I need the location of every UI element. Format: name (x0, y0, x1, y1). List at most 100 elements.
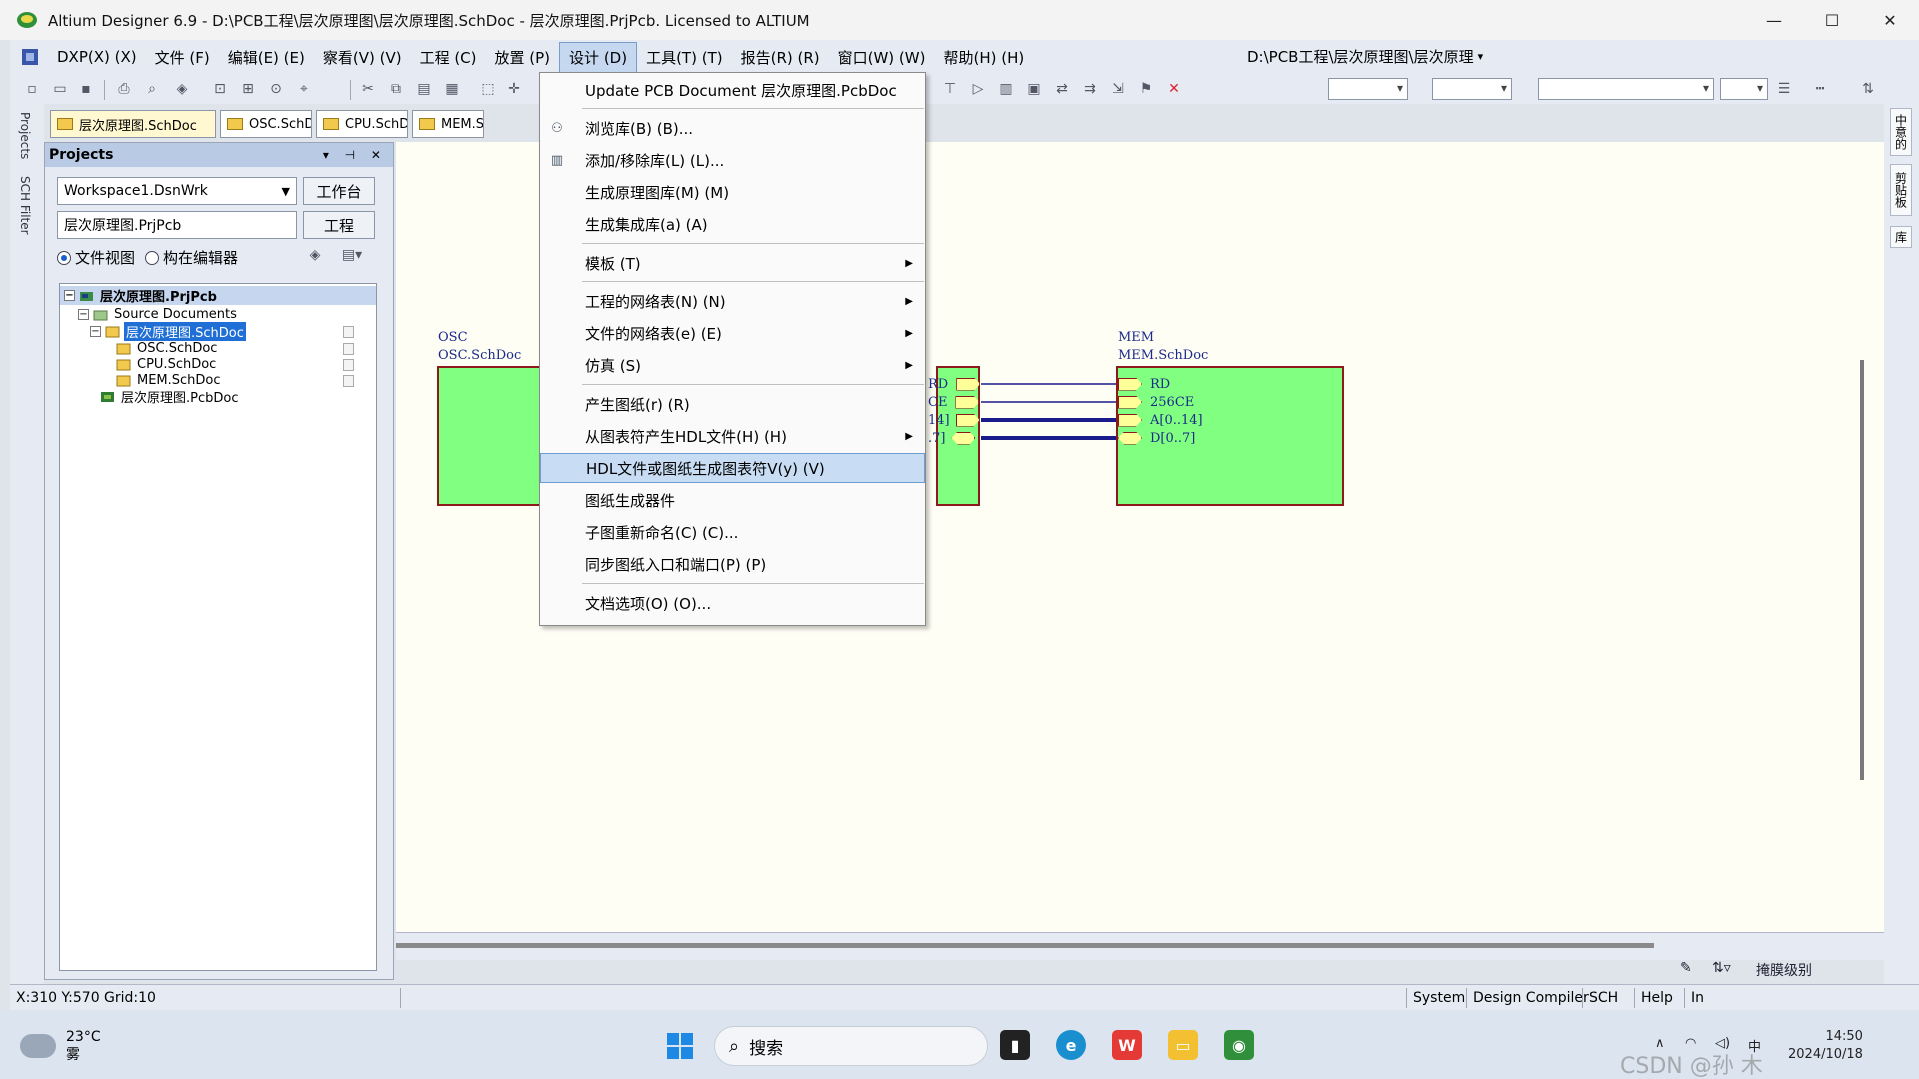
panel-help[interactable]: Help (1634, 988, 1679, 1008)
zoom-filter-icon[interactable]: ⌖ (294, 79, 314, 99)
bus-entry-icon[interactable]: ⇉ (1080, 79, 1100, 99)
tab-top-schdoc[interactable]: 层次原理图.SchDoc (50, 110, 216, 138)
layers-icon[interactable]: ◈ (172, 79, 192, 99)
sheet-symbol-icon[interactable]: ▣ (1024, 79, 1044, 99)
weather-widget[interactable]: 23°C 雾 (20, 1028, 101, 1064)
rubber-stamp-icon[interactable]: ▦ (442, 79, 462, 99)
menu-item-simulate[interactable]: 仿真 (S) ▶ (540, 350, 925, 380)
vcc-power-icon[interactable]: ⊤ (940, 79, 960, 99)
mem-port-d[interactable]: D[0..7] (1118, 430, 1195, 446)
menu-view[interactable]: 察看(V) (V) (314, 43, 411, 72)
task-view-icon[interactable]: ▮ (1000, 1030, 1030, 1060)
panel-instruments[interactable]: In (1684, 988, 1710, 1008)
port-icon[interactable]: ▷ (968, 79, 988, 99)
mem-port-256ce[interactable]: 256CE (1118, 394, 1194, 410)
project-field[interactable]: 层次原理图.PrjPcb (57, 211, 297, 239)
print-preview-icon[interactable]: ⌕ (142, 79, 162, 99)
side-tab-projects[interactable]: Projects (18, 112, 32, 159)
refresh-icon[interactable]: ◈ (305, 245, 325, 265)
menu-project[interactable]: 工程 (C) (411, 43, 486, 72)
menu-item-create-sheet[interactable]: 产生图纸(r) (R) (540, 389, 925, 419)
menu-item-make-integrated-library[interactable]: 生成集成库(a) (A) (540, 209, 925, 239)
horizontal-scrollbar[interactable] (396, 932, 1884, 960)
workspace-select[interactable]: Workspace1.DsnWrk ▼ (57, 177, 297, 205)
cpu-port-d[interactable]: .7] (928, 430, 976, 446)
menu-item-create-symbol-from-sheet[interactable]: HDL文件或图纸生成图表符V(y) (V) (540, 453, 925, 483)
menu-item-update-pcb[interactable]: Update PCB Document 层次原理图.PcbDoc (540, 75, 925, 105)
zoom-fit-icon[interactable]: ⊡ (210, 79, 230, 99)
tree-item-project[interactable]: − 层次原理图.PrjPcb (60, 286, 376, 305)
edge-browser-icon[interactable]: e (1056, 1030, 1086, 1060)
side-tab-sch-filter[interactable]: SCH Filter (18, 176, 32, 235)
panel-sch[interactable]: SCH (1582, 988, 1624, 1008)
zoom-area-icon[interactable]: ⊞ (238, 79, 258, 99)
mem-port-rd[interactable]: RD (1118, 376, 1170, 392)
menu-item-document-options[interactable]: 文档选项(O) (O)... (540, 588, 925, 618)
windows-start-icon[interactable] (666, 1032, 694, 1060)
file-explorer-icon[interactable]: ▭ (1168, 1030, 1198, 1060)
print-icon[interactable]: ⎙ (114, 79, 134, 99)
menu-dxp[interactable]: DXP(X) (X) (48, 44, 146, 70)
altium-taskbar-icon[interactable]: ◉ (1224, 1030, 1254, 1060)
paste-icon[interactable]: ▤ (414, 79, 434, 99)
menu-tools[interactable]: 工具(T) (T) (637, 43, 732, 72)
open-folder-icon[interactable]: ▭ (50, 79, 70, 99)
collapse-icon[interactable]: − (90, 326, 101, 337)
menu-help[interactable]: 帮助(H) (H) (934, 43, 1033, 72)
right-tab-clipboard[interactable]: 剪贴板 (1890, 164, 1912, 216)
select-area-icon[interactable]: ⬚ (478, 79, 498, 99)
cpu-port-rd[interactable]: RD (928, 376, 981, 392)
toolbar-combo-3[interactable] (1538, 78, 1714, 100)
new-document-icon[interactable]: ▫ (22, 79, 42, 99)
menu-item-sync-sheet-entries[interactable]: 同步图纸入口和端口(P) (P) (540, 549, 925, 579)
menu-item-create-component-from-sheet[interactable]: 图纸生成器件 (540, 485, 925, 515)
copy-icon[interactable]: ⧉ (386, 79, 406, 99)
path-combo[interactable]: D:\PCB工程\层次原理图\层次原理 ▾ (1247, 44, 1497, 68)
zoom-selected-icon[interactable]: ⊙ (266, 79, 286, 99)
toolbar-combo-1[interactable] (1328, 78, 1408, 100)
sheet-symbol-mem[interactable]: RD 256CE A[0..14] D[0..7] (1116, 366, 1344, 506)
cpu-port-a[interactable]: 14] (928, 412, 980, 428)
align-icon[interactable]: ⇅ (1858, 79, 1878, 99)
dash-style-icon[interactable]: ┅ (1810, 79, 1830, 99)
project-button[interactable]: 工程 (303, 211, 375, 239)
mask-level-button[interactable]: 掩膜级别 (1756, 960, 1812, 980)
wps-office-icon[interactable]: W (1112, 1030, 1142, 1060)
menu-item-browse-library[interactable]: ⚇ 浏览库(B) (B)... (540, 113, 925, 143)
vertical-scrollbar[interactable] (1860, 360, 1864, 780)
maximize-button[interactable]: ☐ (1803, 0, 1861, 40)
menu-place[interactable]: 放置 (P) (486, 43, 560, 72)
collapse-icon[interactable]: − (78, 309, 89, 320)
taskbar-search[interactable]: ⌕ 搜索 (714, 1026, 988, 1066)
menu-edit[interactable]: 编辑(E) (E) (219, 43, 314, 72)
menu-item-template[interactable]: 模板 (T) ▶ (540, 248, 925, 278)
close-button[interactable]: ✕ (1861, 0, 1919, 40)
sheet-entry-icon[interactable]: ⇄ (1052, 79, 1072, 99)
tree-item-pcbdoc[interactable]: 层次原理图.PcbDoc (60, 387, 376, 406)
radio-file-view[interactable]: 文件视图 (57, 247, 135, 268)
panel-design-compiler[interactable]: Design Compiler (1466, 988, 1595, 1008)
menu-item-project-netlist[interactable]: 工程的网络表(N) (N) ▶ (540, 286, 925, 316)
minimize-button[interactable]: — (1745, 0, 1803, 40)
menu-item-make-sch-library[interactable]: 生成原理图库(M) (M) (540, 177, 925, 207)
collapse-icon[interactable]: − (64, 290, 75, 301)
workspace-button[interactable]: 工作台 (303, 177, 375, 205)
net-label-icon[interactable]: ⇲ (1108, 79, 1128, 99)
menu-reports[interactable]: 报告(R) (R) (732, 43, 829, 72)
menu-item-create-hdl-from-symbol[interactable]: 从图表符产生HDL文件(H) (H) ▶ (540, 421, 925, 451)
toolbar-combo-2[interactable] (1432, 78, 1512, 100)
part-icon[interactable]: ▥ (996, 79, 1016, 99)
menu-item-document-netlist[interactable]: 文件的网络表(e) (E) ▶ (540, 318, 925, 348)
no-erc-icon[interactable]: ✕ (1164, 79, 1184, 99)
directive-icon[interactable]: ⚑ (1136, 79, 1156, 99)
panel-system[interactable]: System (1406, 988, 1471, 1008)
clear-filter-icon[interactable]: ✎ (1680, 960, 1692, 976)
filter-icon[interactable]: ⇅▿ (1712, 960, 1731, 976)
project-options-icon[interactable]: ▤▾ (335, 245, 369, 265)
radio-structure-editor[interactable]: 构在编辑器 (145, 247, 238, 268)
cpu-port-ce[interactable]: CE (928, 394, 980, 410)
move-icon[interactable]: ✛ (504, 79, 524, 99)
menu-window[interactable]: 窗口(W) (W) (829, 43, 935, 72)
line-style-icon[interactable]: ☰ (1774, 79, 1794, 99)
cut-icon[interactable]: ✂ (358, 79, 378, 99)
